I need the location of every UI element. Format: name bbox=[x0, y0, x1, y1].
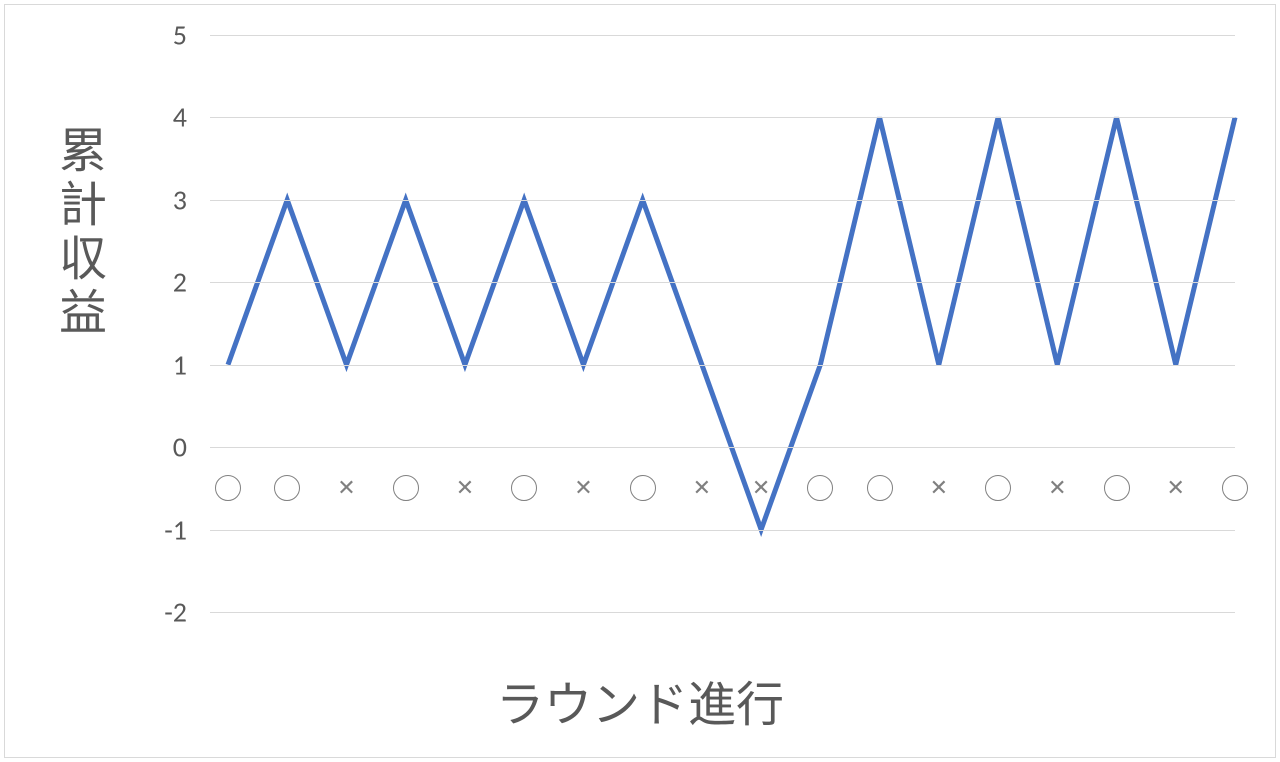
round-marker-loss: ✕ bbox=[752, 477, 770, 499]
gridline bbox=[210, 447, 1235, 448]
round-marker-win bbox=[215, 475, 241, 501]
round-marker-win bbox=[630, 475, 656, 501]
round-marker-loss: ✕ bbox=[574, 477, 592, 499]
gridline bbox=[210, 200, 1235, 201]
round-marker-loss: ✕ bbox=[693, 477, 711, 499]
round-marker-loss: ✕ bbox=[930, 477, 948, 499]
gridline bbox=[210, 117, 1235, 118]
x-axis-title: ラウンド進行 bbox=[5, 665, 1275, 735]
y-tick-label: -1 bbox=[117, 512, 187, 547]
line-series bbox=[210, 35, 1235, 612]
y-axis-title: 累計収益 bbox=[53, 125, 101, 341]
round-marker-win bbox=[274, 475, 300, 501]
y-tick-label: 0 bbox=[117, 430, 187, 465]
round-marker-win bbox=[985, 475, 1011, 501]
round-marker-loss: ✕ bbox=[337, 477, 355, 499]
y-tick-label: 2 bbox=[117, 265, 187, 300]
round-marker-win bbox=[1222, 475, 1248, 501]
chart-frame: 累計収益 ラウンド進行 -2 -1 0 1 2 3 4 5 ✕ ✕ ✕ ✕ ✕ ✕ ✕ ✕ bbox=[4, 4, 1276, 758]
round-marker-win bbox=[511, 475, 537, 501]
round-marker-loss: ✕ bbox=[1048, 477, 1066, 499]
y-tick-label: -2 bbox=[117, 595, 187, 630]
gridline bbox=[210, 282, 1235, 283]
round-marker-win bbox=[1104, 475, 1130, 501]
round-marker-win bbox=[393, 475, 419, 501]
gridline bbox=[210, 35, 1235, 36]
round-marker-loss: ✕ bbox=[456, 477, 474, 499]
y-tick-label: 1 bbox=[117, 347, 187, 382]
plot-area bbox=[210, 35, 1235, 612]
round-marker-win bbox=[867, 475, 893, 501]
round-marker-win bbox=[807, 475, 833, 501]
y-tick-label: 5 bbox=[117, 18, 187, 53]
gridline bbox=[210, 530, 1235, 531]
gridline bbox=[210, 612, 1235, 613]
y-tick-label: 3 bbox=[117, 182, 187, 217]
gridline bbox=[210, 365, 1235, 366]
y-tick-label: 4 bbox=[117, 100, 187, 135]
round-marker-loss: ✕ bbox=[1167, 477, 1185, 499]
